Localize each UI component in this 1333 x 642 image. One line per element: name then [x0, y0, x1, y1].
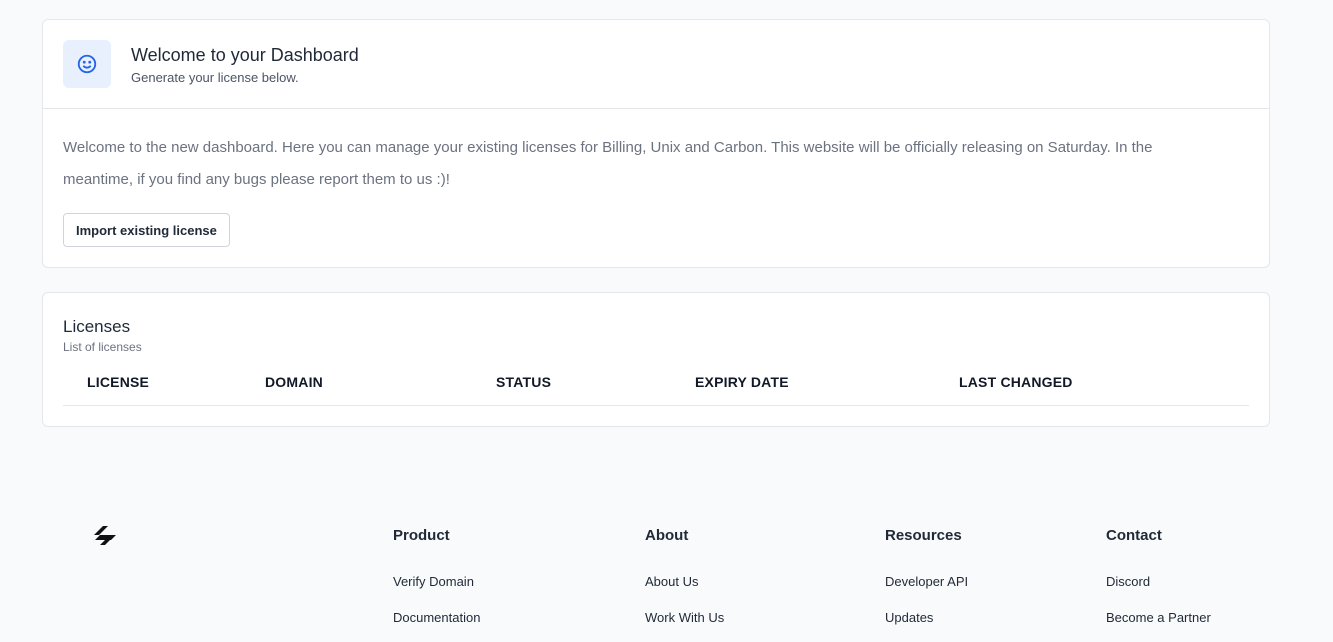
page-subtitle: Generate your license below.	[131, 70, 299, 85]
footer-heading-product: Product	[393, 527, 450, 544]
footer-heading-contact: Contact	[1106, 527, 1162, 544]
welcome-card: Welcome to your Dashboard Generate your …	[42, 19, 1270, 268]
footer-link-developer-api[interactable]: Developer API	[885, 574, 968, 589]
footer-column-about: About About Us Work With Us	[645, 527, 724, 625]
footer-column-product: Product Verify Domain Documentation	[393, 527, 480, 625]
licenses-subtitle: List of licenses	[63, 340, 142, 354]
welcome-header: Welcome to your Dashboard Generate your …	[43, 20, 1269, 109]
footer-link-about-us[interactable]: About Us	[645, 574, 698, 589]
licenses-table-header: LICENSE DOMAIN STATUS EXPIRY DATE LAST C…	[63, 365, 1249, 406]
footer-link-documentation[interactable]: Documentation	[393, 610, 480, 625]
footer-heading-resources: Resources	[885, 527, 962, 544]
footer-link-updates[interactable]: Updates	[885, 610, 933, 625]
column-header-status: STATUS	[496, 374, 552, 390]
footer-link-work-with-us[interactable]: Work With Us	[645, 610, 724, 625]
footer-column-resources: Resources Developer API Updates	[885, 527, 968, 625]
footer-heading-about: About	[645, 527, 689, 544]
column-header-last-changed: LAST CHANGED	[959, 374, 1073, 390]
smiley-icon	[63, 40, 111, 88]
welcome-message: Welcome to the new dashboard. Here you c…	[63, 139, 1153, 188]
footer-column-contact: Contact Discord Become a Partner	[1106, 527, 1211, 625]
licenses-card: Licenses List of licenses LICENSE DOMAIN…	[42, 292, 1270, 427]
import-license-button[interactable]: Import existing license	[63, 213, 230, 247]
column-header-expiry-date: EXPIRY DATE	[695, 374, 789, 390]
brand-logo-icon[interactable]	[92, 523, 120, 549]
column-header-domain: DOMAIN	[265, 374, 323, 390]
licenses-title: Licenses	[63, 317, 131, 336]
footer-link-verify-domain[interactable]: Verify Domain	[393, 574, 474, 589]
column-header-license: LICENSE	[87, 374, 150, 390]
footer-link-discord[interactable]: Discord	[1106, 574, 1150, 589]
page-title: Welcome to your Dashboard	[131, 45, 359, 65]
footer-link-become-a-partner[interactable]: Become a Partner	[1106, 610, 1211, 625]
